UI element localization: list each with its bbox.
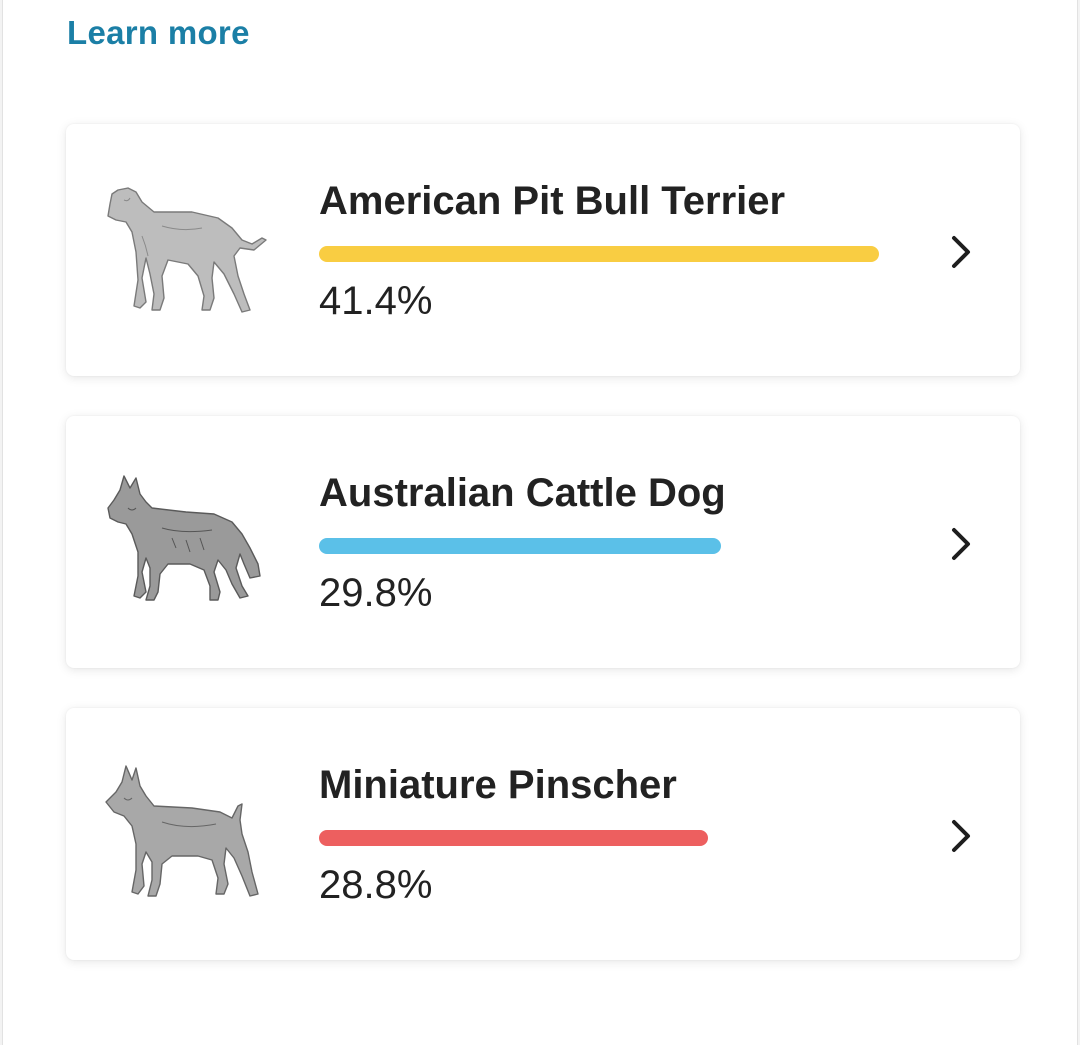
pit-bull-dog-icon [107, 187, 267, 313]
chevron-right-icon[interactable] [944, 816, 978, 856]
breed-percentage: 29.8% [319, 571, 433, 615]
breed-name: Miniature Pinscher [319, 763, 677, 807]
chevron-right-icon[interactable] [944, 232, 978, 272]
cattle-dog-icon [107, 475, 261, 601]
chevron-right-icon[interactable] [944, 524, 978, 564]
breed-card-australian-cattle-dog[interactable]: Australian Cattle Dog 29.8% [66, 416, 1020, 668]
breed-card-american-pit-bull-terrier[interactable]: American Pit Bull Terrier 41.4% [66, 124, 1020, 376]
breed-name: American Pit Bull Terrier [319, 179, 786, 223]
breed-percentage: 28.8% [319, 863, 433, 907]
learn-more-link[interactable]: Learn more [67, 14, 250, 52]
breed-percentage-bar [319, 538, 721, 554]
breed-percentage-bar [319, 830, 708, 846]
breed-percentage-bar [319, 246, 879, 262]
breed-card-miniature-pinscher[interactable]: Miniature Pinscher 28.8% [66, 708, 1020, 960]
breed-name: Australian Cattle Dog [319, 471, 726, 515]
miniature-pinscher-dog-icon [105, 765, 259, 897]
breed-percentage: 41.4% [319, 279, 433, 323]
breed-results-panel: Learn more American Pit Bull Terrier 41.… [2, 0, 1078, 1045]
